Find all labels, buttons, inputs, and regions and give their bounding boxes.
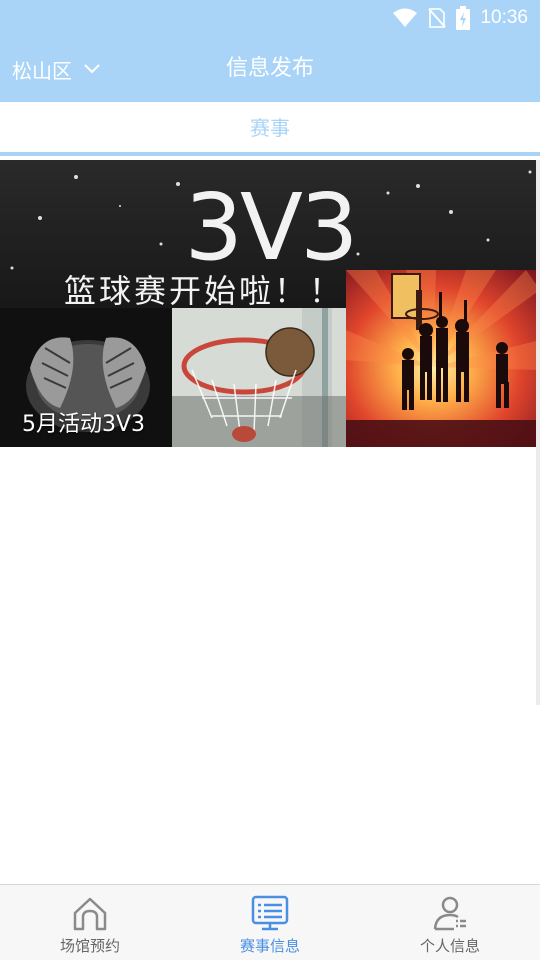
wifi-icon — [393, 8, 418, 27]
person-icon — [433, 896, 466, 931]
district-label: 松山区 — [12, 58, 72, 83]
nav-venue-booking[interactable]: 场馆预约 — [0, 885, 180, 960]
home-icon — [73, 897, 107, 931]
chevron-down-icon — [84, 64, 100, 74]
tab-bar: 赛事 — [0, 102, 540, 156]
sunset-players-image — [346, 270, 540, 447]
nav-label: 赛事信息 — [239, 937, 300, 955]
no-sim-icon — [428, 8, 447, 28]
district-selector[interactable]: 松山区 — [12, 36, 100, 102]
basketball-hoop-image — [172, 308, 346, 447]
nav-personal-info[interactable]: 个人信息 — [360, 885, 540, 960]
banner-subtitle: 篮球赛开始啦！！！ — [64, 272, 380, 310]
nav-event-info[interactable]: 赛事信息 — [180, 885, 360, 960]
app-header: 信息发布 松山区 — [0, 36, 540, 102]
status-bar: 10:36 — [0, 0, 540, 36]
event-card[interactable]: 3V3 篮球赛开始啦！！！ 5月活动3V3 — [0, 160, 540, 447]
list-monitor-icon — [251, 895, 289, 931]
banner-headline: 3V3 — [184, 174, 358, 281]
status-icons: 10:36 — [392, 5, 528, 31]
battery-charging-icon — [456, 6, 471, 30]
nav-label: 场馆预约 — [59, 937, 120, 955]
nav-label: 个人信息 — [419, 937, 480, 955]
tab-indicator — [0, 152, 540, 156]
status-time: 10:36 — [480, 7, 528, 28]
tab-events[interactable]: 赛事 — [0, 102, 540, 152]
bottom-nav: 场馆预约 赛事信息 个人信息 — [0, 884, 540, 960]
scrollbar[interactable] — [536, 160, 540, 705]
event-name: 5月活动3V3 — [22, 412, 146, 437]
event-list[interactable]: 3V3 篮球赛开始啦！！！ 5月活动3V3 — [0, 160, 540, 884]
